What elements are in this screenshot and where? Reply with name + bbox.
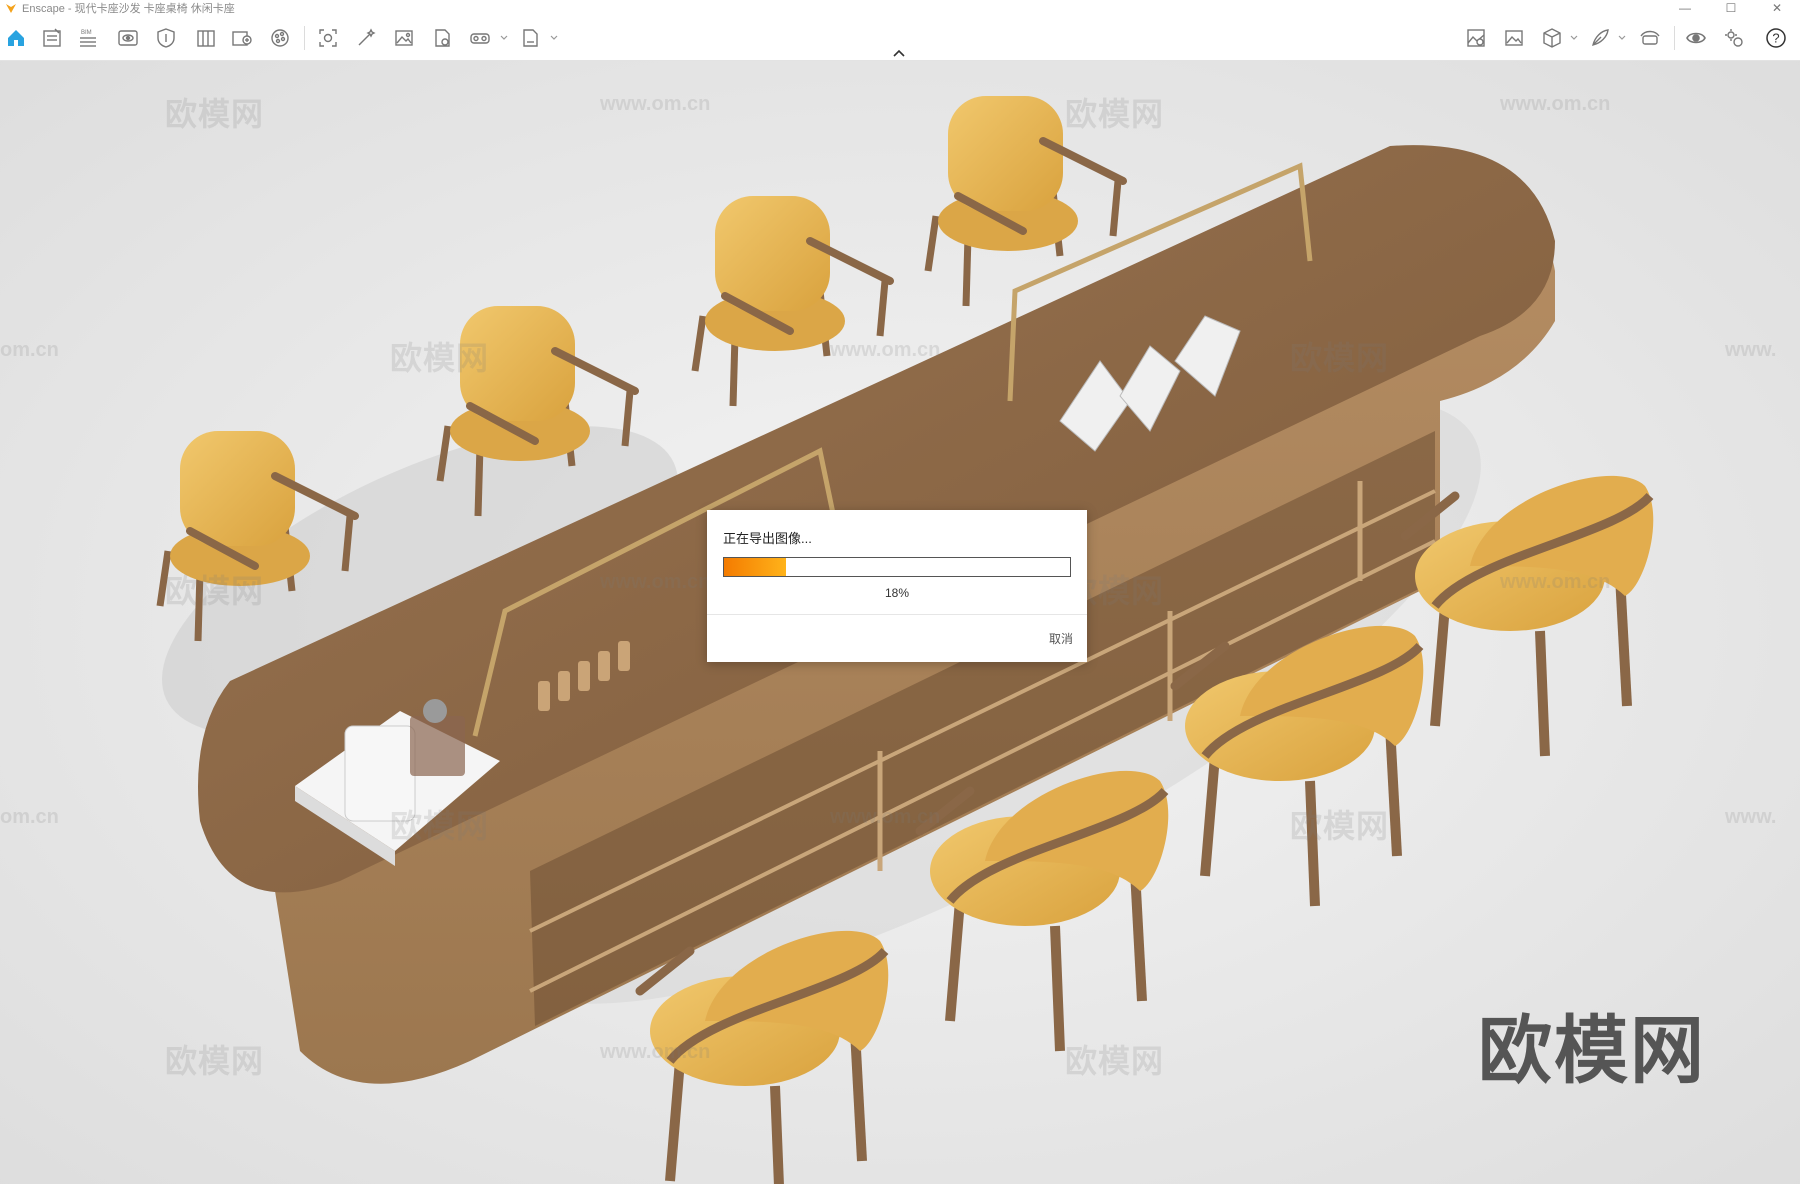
chevron-down-icon[interactable] <box>1618 34 1626 42</box>
visibility-icon[interactable] <box>1684 26 1708 50</box>
title-bar: Enscape - 现代卡座沙发 卡座桌椅 休闲卡座 — ☐ ✕ <box>0 0 1800 16</box>
watermark-url: om.cn <box>0 806 59 828</box>
home-icon[interactable] <box>4 26 28 50</box>
watermark-brand: 欧模网 <box>1065 96 1165 132</box>
help-label: ? <box>1772 31 1779 46</box>
window-title: Enscape - 现代卡座沙发 卡座桌椅 休闲卡座 <box>22 3 235 15</box>
vr-headset-icon[interactable] <box>468 26 492 50</box>
enscape-logo-icon <box>6 4 16 13</box>
watermark-url: www.om.cn <box>600 1041 711 1063</box>
collapse-toolbar-icon[interactable] <box>892 48 906 58</box>
export-progress-dialog: 正在导出图像... 18% 取消 <box>707 510 1087 662</box>
watermark-url: www.om.cn <box>1500 571 1611 593</box>
watermark-brand: 欧模网 <box>1290 808 1390 844</box>
watermark-brand: 欧模网 <box>165 96 265 132</box>
maximize-button[interactable]: ☐ <box>1708 0 1754 16</box>
dialog-divider <box>707 614 1087 615</box>
vr-icon[interactable] <box>1638 26 1662 50</box>
safe-frame-icon[interactable] <box>154 26 178 50</box>
chevron-down-icon[interactable] <box>500 34 508 42</box>
dialog-title: 正在导出图像... <box>723 531 812 546</box>
progress-bar-fill <box>724 558 787 576</box>
gallery-icon[interactable] <box>1464 26 1488 50</box>
watermark-url: www.om.cn <box>600 571 711 593</box>
toolbar-divider <box>1674 26 1675 50</box>
watermark-brand: 欧模网 <box>1065 1043 1165 1079</box>
bim-label: BIM <box>81 30 92 36</box>
watermark-url: www. <box>1725 339 1777 361</box>
project-icon[interactable] <box>40 26 64 50</box>
capture-icon[interactable] <box>316 26 340 50</box>
watermark-brand: 欧模网 <box>1290 340 1390 376</box>
watermark-brand: 欧模网 <box>390 808 490 844</box>
watermark-brand: 欧模网 <box>165 1043 265 1079</box>
close-button[interactable]: ✕ <box>1754 0 1800 16</box>
watermark-brand: 欧模网 <box>165 573 265 609</box>
view-icon[interactable] <box>116 26 140 50</box>
progress-bar <box>723 557 1071 577</box>
watermark-url: www.om.cn <box>830 339 941 361</box>
library-icon[interactable] <box>194 26 218 50</box>
magic-wand-icon[interactable] <box>354 26 378 50</box>
cube-icon[interactable] <box>1540 26 1564 50</box>
asset-library-icon[interactable] <box>230 26 254 50</box>
feather-icon[interactable] <box>1588 26 1612 50</box>
batch-render-icon[interactable] <box>430 26 454 50</box>
material-icon[interactable] <box>268 26 292 50</box>
progress-percent: 18% <box>884 586 910 600</box>
toolbar-divider <box>304 26 305 50</box>
watermark-brand: 欧模网 <box>390 340 490 376</box>
screenshot-icon[interactable] <box>392 26 416 50</box>
chevron-down-icon[interactable] <box>550 34 558 42</box>
watermark-url: om.cn <box>0 339 59 361</box>
brand-watermark: 欧模网 <box>1478 1009 1706 1092</box>
watermark-url: www. <box>1725 806 1777 828</box>
help-icon[interactable]: ? <box>1764 26 1788 50</box>
watermark-url: www.om.cn <box>600 93 711 115</box>
bim-icon[interactable]: BIM <box>76 26 100 50</box>
minimize-button[interactable]: — <box>1662 0 1708 16</box>
image-icon[interactable] <box>1502 26 1526 50</box>
settings-icon[interactable] <box>1722 26 1746 50</box>
watermark-url: www.om.cn <box>1500 93 1611 115</box>
export-file-icon[interactable] <box>518 26 542 50</box>
cancel-button[interactable]: 取消 <box>1049 630 1073 647</box>
chevron-down-icon[interactable] <box>1570 34 1578 42</box>
watermark-url: www.om.cn <box>830 806 941 828</box>
